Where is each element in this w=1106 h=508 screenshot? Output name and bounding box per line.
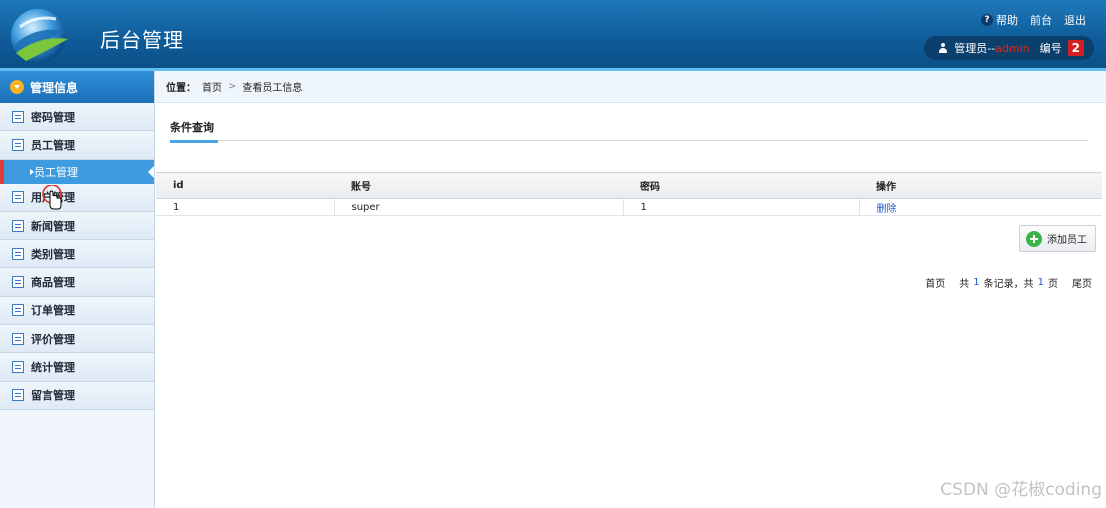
sidebar-item-label: 类别管理 <box>31 247 75 261</box>
app-logo-icon <box>11 9 68 63</box>
list-icon <box>12 191 24 204</box>
app-header: 后台管理 ? 帮助 前台 退出 管理员-- admin 编号 2 <box>0 0 1106 71</box>
sidebar-item-label: 订单管理 <box>31 304 75 318</box>
sidebar-item-stats[interactable]: 统计管理 <box>0 353 154 382</box>
list-icon <box>12 332 24 345</box>
logout-link[interactable]: 退出 <box>1064 12 1086 28</box>
col-header-password: 密码 <box>623 172 859 199</box>
number-label: 编号 <box>1039 42 1062 55</box>
pager-last[interactable]: 尾页 <box>1072 275 1092 290</box>
collapse-arrow-icon <box>10 80 24 94</box>
sidebar-item-label: 密码管理 <box>31 110 75 124</box>
tab-bar: 条件查询 <box>170 117 1088 143</box>
sidebar-head-label: 管理信息 <box>30 80 79 95</box>
cell-account: super <box>334 198 624 216</box>
list-icon <box>12 138 24 151</box>
pager-pages-suffix: 页 <box>1048 279 1058 290</box>
sidebar-head[interactable]: 管理信息 <box>0 71 154 103</box>
sidebar-item-orders[interactable]: 订单管理 <box>0 296 154 326</box>
sidebar-item-label: 新闻管理 <box>31 219 75 233</box>
watermark: CSDN @花椒coding <box>940 480 1102 500</box>
sidebar-item-label: 统计管理 <box>31 361 75 375</box>
list-icon <box>12 276 24 289</box>
sidebar-item-password[interactable]: 密码管理 <box>0 103 154 132</box>
col-header-account: 账号 <box>334 172 623 199</box>
sidebar-item-products[interactable]: 商品管理 <box>0 268 154 297</box>
add-staff-label: 添加员工 <box>1047 235 1087 246</box>
user-prefix: 管理员-- <box>954 42 996 55</box>
main-content: 位置： 首页 > 查看员工信息 条件查询 id 账号 密码 操作 1 super… <box>156 71 1106 508</box>
sidebar-item-messages[interactable]: 留言管理 <box>0 381 154 410</box>
sidebar-item-reviews[interactable]: 评价管理 <box>0 325 154 354</box>
help-label: 帮助 <box>996 14 1018 27</box>
list-icon <box>12 361 24 374</box>
pager-records-suffix: 条记录，共 <box>983 279 1034 290</box>
breadcrumb: 位置： 首页 > 查看员工信息 <box>156 71 1106 103</box>
sidebar-item-news[interactable]: 新闻管理 <box>0 211 154 241</box>
sidebar-subitem-staff[interactable]: 员工管理 <box>0 159 154 184</box>
list-icon <box>12 389 24 402</box>
sidebar: 管理信息 密码管理 员工管理 员工管理 用户管理 新闻管理 类别管理 商品管理 … <box>0 71 155 508</box>
pager-total-records: 1 <box>973 277 980 288</box>
sidebar-item-staff[interactable]: 员工管理 <box>0 131 154 160</box>
delete-link[interactable]: 删除 <box>877 204 897 215</box>
sidebar-item-label: 留言管理 <box>31 389 75 403</box>
breadcrumb-separator: > <box>228 81 237 92</box>
app-title: 后台管理 <box>100 28 184 52</box>
number-badge: 2 <box>1067 40 1084 56</box>
breadcrumb-home[interactable]: 首页 <box>202 79 222 94</box>
help-icon: ? <box>981 14 993 26</box>
add-staff-button[interactable]: 添加员工 <box>1019 225 1096 252</box>
user-name: admin <box>995 41 1030 55</box>
pager-first[interactable]: 首页 <box>925 275 945 290</box>
user-icon <box>938 43 948 53</box>
help-link[interactable]: ? 帮助 <box>981 12 1018 28</box>
pager-total-pages: 1 <box>1037 277 1044 288</box>
sidebar-item-category[interactable]: 类别管理 <box>0 240 154 269</box>
sidebar-item-label: 商品管理 <box>31 276 75 290</box>
breadcrumb-current: 查看员工信息 <box>242 83 303 94</box>
list-icon <box>12 110 24 123</box>
list-icon <box>12 219 24 232</box>
tab-condition-query[interactable]: 条件查询 <box>170 119 218 143</box>
front-link[interactable]: 前台 <box>1030 12 1052 28</box>
mouse-cursor-icon <box>42 185 62 210</box>
cell-id: 1 <box>156 198 335 216</box>
list-icon <box>12 247 24 260</box>
cell-password: 1 <box>623 198 860 216</box>
sidebar-item-users[interactable]: 用户管理 <box>0 183 154 212</box>
breadcrumb-label: 位置： <box>166 83 196 94</box>
sidebar-item-label: 评价管理 <box>31 332 75 346</box>
pagination: 首页 共 1 条记录，共 1 页 尾页 <box>925 275 1092 290</box>
top-links: ? 帮助 前台 退出 <box>981 12 1086 28</box>
plus-icon <box>1026 230 1042 247</box>
user-info: 管理员-- admin 编号 2 <box>924 36 1094 60</box>
pager-total-prefix: 共 <box>959 279 970 290</box>
table-row: 1 super 1 删除 <box>156 198 1102 216</box>
sidebar-item-label: 员工管理 <box>31 138 75 152</box>
list-icon <box>12 304 24 317</box>
col-header-id: id <box>156 172 334 199</box>
staff-table: id 账号 密码 操作 1 super 1 删除 <box>156 172 1102 216</box>
col-header-action: 操作 <box>859 172 1102 199</box>
